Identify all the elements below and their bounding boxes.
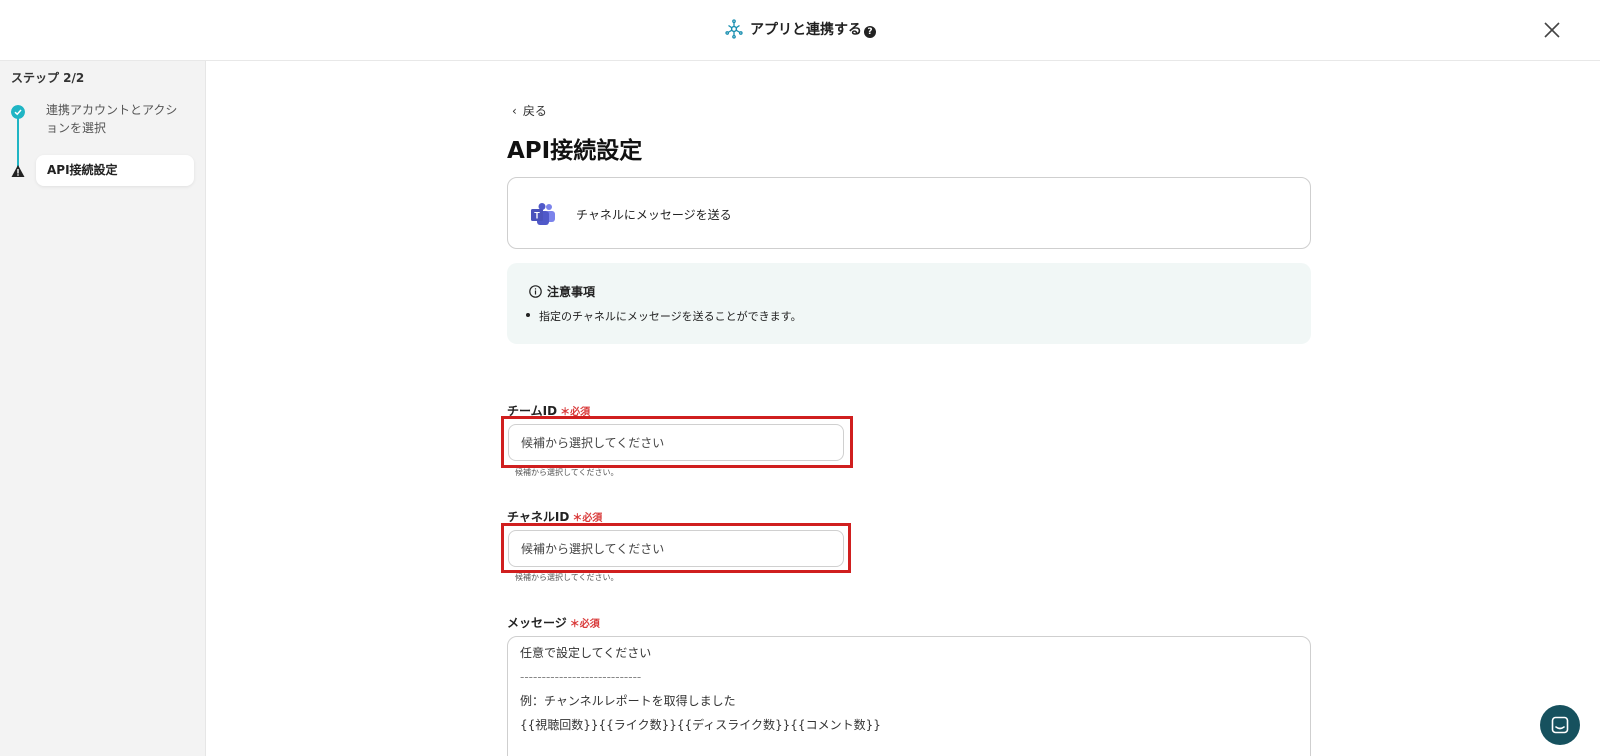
- svg-text:T: T: [534, 211, 540, 221]
- chevron-left-icon: ‹: [512, 104, 517, 118]
- notice-title: 注意事項: [547, 285, 596, 299]
- notice-title-wrap: 注意事項: [529, 283, 595, 300]
- message-label: メッセージ ＊必須: [507, 614, 600, 631]
- sidebar-step-api-settings[interactable]: API接続設定: [36, 155, 194, 186]
- message-textarea[interactable]: 任意で設定してください ----------------------------…: [507, 636, 1311, 756]
- sidebar: ステップ 2/2 連携アカウントとアクションを選択 API接続設定: [0, 61, 206, 756]
- channel-id-select[interactable]: [508, 530, 844, 567]
- message-label-text: メッセージ: [507, 616, 567, 630]
- message-line: 任意で設定してください: [520, 646, 652, 660]
- step-progress-line: [17, 113, 19, 169]
- message-line: 例：チャンネルレポートを取得しました: [520, 694, 736, 708]
- header-title-wrap: アプリと連携する?: [0, 19, 1600, 41]
- step-counter: ステップ 2/2: [11, 71, 85, 85]
- teams-icon: T: [531, 203, 555, 225]
- message-line: {{視聴回数}}{{ライク数}}{{ディスライク数}}{{コメント数}}: [520, 718, 881, 732]
- required-badge: ＊必須: [569, 619, 600, 630]
- action-card: T チャネルにメッセージを送る: [507, 177, 1311, 249]
- app-connect-icon: [725, 19, 743, 39]
- modal-title: アプリと連携する: [750, 22, 862, 38]
- channel-id-hint: 候補から選択してください。: [515, 573, 619, 582]
- channel-id-label-text: チャネルID: [507, 510, 570, 524]
- header: アプリと連携する?: [0, 0, 1600, 61]
- warning-icon: [11, 165, 25, 177]
- back-label: 戻る: [522, 104, 547, 118]
- chat-support-button[interactable]: [1540, 705, 1580, 745]
- team-id-hint: 候補から選択してください。: [515, 468, 619, 477]
- chat-icon: [1551, 716, 1569, 734]
- team-id-select[interactable]: [508, 424, 844, 461]
- help-icon[interactable]: ?: [864, 26, 876, 38]
- sidebar-step-select-account[interactable]: 連携アカウントとアクションを選択: [46, 101, 186, 137]
- check-circle-icon: [11, 105, 25, 119]
- notice-item: 指定のチャネルにメッセージを送ることができます。: [526, 310, 802, 323]
- info-icon: [529, 285, 542, 298]
- page-title: API接続設定: [507, 138, 643, 164]
- message-line: ----------------------------: [520, 670, 642, 684]
- notice-box: 注意事項 指定のチャネルにメッセージを送ることができます。: [507, 263, 1311, 344]
- action-label: チャネルにメッセージを送る: [576, 208, 732, 222]
- close-button[interactable]: [1540, 18, 1564, 42]
- back-link[interactable]: ‹ 戻る: [512, 102, 547, 119]
- required-text: 必須: [579, 619, 600, 630]
